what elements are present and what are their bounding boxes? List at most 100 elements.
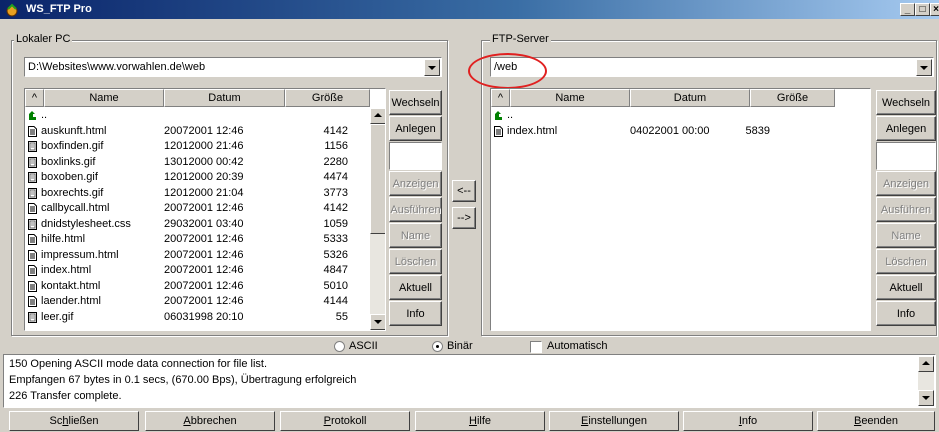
file-size: 4144 <box>323 295 348 307</box>
binary-label: Binär <box>447 340 473 352</box>
local-scroll-down-icon[interactable] <box>370 314 385 330</box>
remote-view-button[interactable]: Anzeigen <box>876 171 936 196</box>
ascii-label: ASCII <box>349 340 378 352</box>
minimize-button[interactable]: _ <box>900 3 915 16</box>
remote-exec-button[interactable]: Ausführen <box>876 197 936 222</box>
local-view-button[interactable]: Anzeigen <box>389 171 442 196</box>
local-size-header[interactable]: Größe <box>285 89 370 107</box>
local-file-row[interactable]: impressum.html 20072001 12:46 5326 <box>25 249 385 262</box>
remote-file-row[interactable]: index.html 04022001 00:00 5839 <box>491 125 870 138</box>
ftp-server-legend: FTP-Server <box>490 33 551 45</box>
local-file-row[interactable]: boxlinks.gif 13012000 00:42 2280 <box>25 156 385 169</box>
local-path-dropdown-icon[interactable] <box>424 59 440 76</box>
remote-refresh-button[interactable]: Aktuell <box>876 275 936 300</box>
local-name-header[interactable]: Name <box>44 89 164 107</box>
local-file-row[interactable]: callbycall.html 20072001 12:46 4142 <box>25 202 385 215</box>
local-change-button[interactable]: Wechseln <box>389 90 442 115</box>
remote-date-header[interactable]: Datum <box>630 89 750 107</box>
log-line: 150 Opening ASCII mode data connection f… <box>9 358 268 370</box>
close-button[interactable]: Schließen <box>9 411 139 431</box>
remote-sort-header[interactable]: ^ <box>491 89 510 107</box>
local-path-combo[interactable]: D:\Websites\www.vorwahlen.de\web <box>24 57 442 77</box>
file-name: laender.html <box>41 295 101 307</box>
file-name: index.html <box>507 124 558 137</box>
remote-mask-input[interactable] <box>876 142 936 170</box>
settings-button[interactable]: Einstellungen <box>549 411 679 431</box>
remote-info-button[interactable]: Info <box>876 301 936 326</box>
remote-mkdir-button[interactable]: Anlegen <box>876 116 936 141</box>
local-scroll-thumb[interactable] <box>370 124 385 234</box>
log-scrollbar[interactable] <box>918 356 934 406</box>
image-file-icon <box>28 141 37 152</box>
remote-file-row[interactable]: .. <box>491 109 870 122</box>
file-size: 4474 <box>323 171 348 183</box>
local-exec-button[interactable]: Ausführen <box>389 197 442 222</box>
local-file-row[interactable]: leer.gif 06031998 20:10 55 <box>25 311 385 324</box>
upload-button[interactable]: --> <box>452 207 476 229</box>
cancel-button[interactable]: Abbrechen <box>145 411 275 431</box>
local-mask-input[interactable] <box>389 142 442 170</box>
local-file-row[interactable]: index.html 20072001 12:46 4847 <box>25 264 385 277</box>
file-name: boxoben.gif <box>41 171 98 183</box>
local-file-row[interactable]: boxoben.gif 12012000 20:39 4474 <box>25 171 385 184</box>
local-scroll-up-icon[interactable] <box>370 108 385 124</box>
remote-path-combo[interactable]: /web <box>490 57 934 77</box>
local-file-row[interactable]: kontakt.html 20072001 12:46 5010 <box>25 280 385 293</box>
remote-path-dropdown-icon[interactable] <box>916 59 932 76</box>
ascii-radio[interactable] <box>334 341 345 352</box>
local-file-row[interactable]: auskunft.html 20072001 12:46 4142 <box>25 125 385 138</box>
log-line: Empfangen 67 bytes in 0.1 secs, (670.00 … <box>9 374 357 386</box>
remote-size-header[interactable]: Größe <box>750 89 835 107</box>
log-scroll-down-icon[interactable] <box>918 390 934 406</box>
document-icon <box>28 203 37 214</box>
remote-change-button[interactable]: Wechseln <box>876 90 936 115</box>
file-name: boxlinks.gif <box>41 155 96 168</box>
maximize-button[interactable]: □ <box>915 3 930 16</box>
remote-rename-button[interactable]: Name <box>876 223 936 248</box>
file-date: 20072001 12:46 <box>164 279 244 292</box>
image-file-icon <box>28 187 37 199</box>
local-date-header[interactable]: Datum <box>164 89 285 107</box>
file-size: 5333 <box>323 233 348 245</box>
close-window-button[interactable]: × <box>930 3 939 16</box>
remote-delete-button[interactable]: Löschen <box>876 249 936 274</box>
file-size: 4142 <box>323 124 348 137</box>
file-date: 29032001 03:40 <box>164 217 244 230</box>
local-file-row[interactable]: hilfe.html 20072001 12:46 5333 <box>25 233 385 246</box>
download-button[interactable]: <-- <box>452 180 476 202</box>
protocol-button[interactable]: Protokoll <box>280 411 410 431</box>
file-size: 55 <box>335 310 348 323</box>
local-file-row[interactable]: boxrechts.gif 12012000 21:04 3773 <box>25 187 385 200</box>
local-scrollbar[interactable] <box>370 108 385 330</box>
file-size: 4847 <box>323 264 348 276</box>
file-name: kontakt.html <box>41 279 101 292</box>
document-icon <box>494 125 503 137</box>
log-panel[interactable]: 150 Opening ASCII mode data connection f… <box>3 354 936 408</box>
local-delete-button[interactable]: Löschen <box>389 249 442 274</box>
local-rename-button[interactable]: Name <box>389 223 442 248</box>
log-scroll-up-icon[interactable] <box>918 356 934 372</box>
local-file-row[interactable]: boxfinden.gif 12012000 21:46 1156 <box>25 140 385 153</box>
local-file-row[interactable]: .. <box>25 109 385 122</box>
info-button[interactable]: Info <box>683 411 813 431</box>
local-info-button[interactable]: Info <box>389 301 442 326</box>
local-file-row[interactable]: laender.html 20072001 12:46 4144 <box>25 295 385 308</box>
binary-radio[interactable] <box>432 341 443 352</box>
local-sort-header[interactable]: ^ <box>25 89 44 107</box>
image-file-icon <box>28 311 37 323</box>
document-icon <box>28 280 37 292</box>
file-name: boxfinden.gif <box>41 140 104 152</box>
local-refresh-button[interactable]: Aktuell <box>389 275 442 300</box>
file-size: 5010 <box>323 279 348 292</box>
local-file-row[interactable]: dnidstylesheet.css 29032001 03:40 1059 <box>25 218 385 231</box>
file-name: dnidstylesheet.css <box>41 217 131 230</box>
remote-file-list[interactable]: ^ Name Datum Größe .. index.html 04022001 … <box>490 88 871 331</box>
remote-name-header[interactable]: Name <box>510 89 630 107</box>
local-file-list[interactable]: ^ Name Datum Größe .. auskunft.html 200720… <box>24 88 386 331</box>
quit-button[interactable]: Beenden <box>817 411 935 431</box>
help-button[interactable]: Hilfe <box>415 411 545 431</box>
automatic-checkbox[interactable] <box>530 341 542 353</box>
local-mkdir-button[interactable]: Anlegen <box>389 116 442 141</box>
highlight-ellipse <box>468 53 547 89</box>
file-size: 5839 <box>745 124 770 137</box>
